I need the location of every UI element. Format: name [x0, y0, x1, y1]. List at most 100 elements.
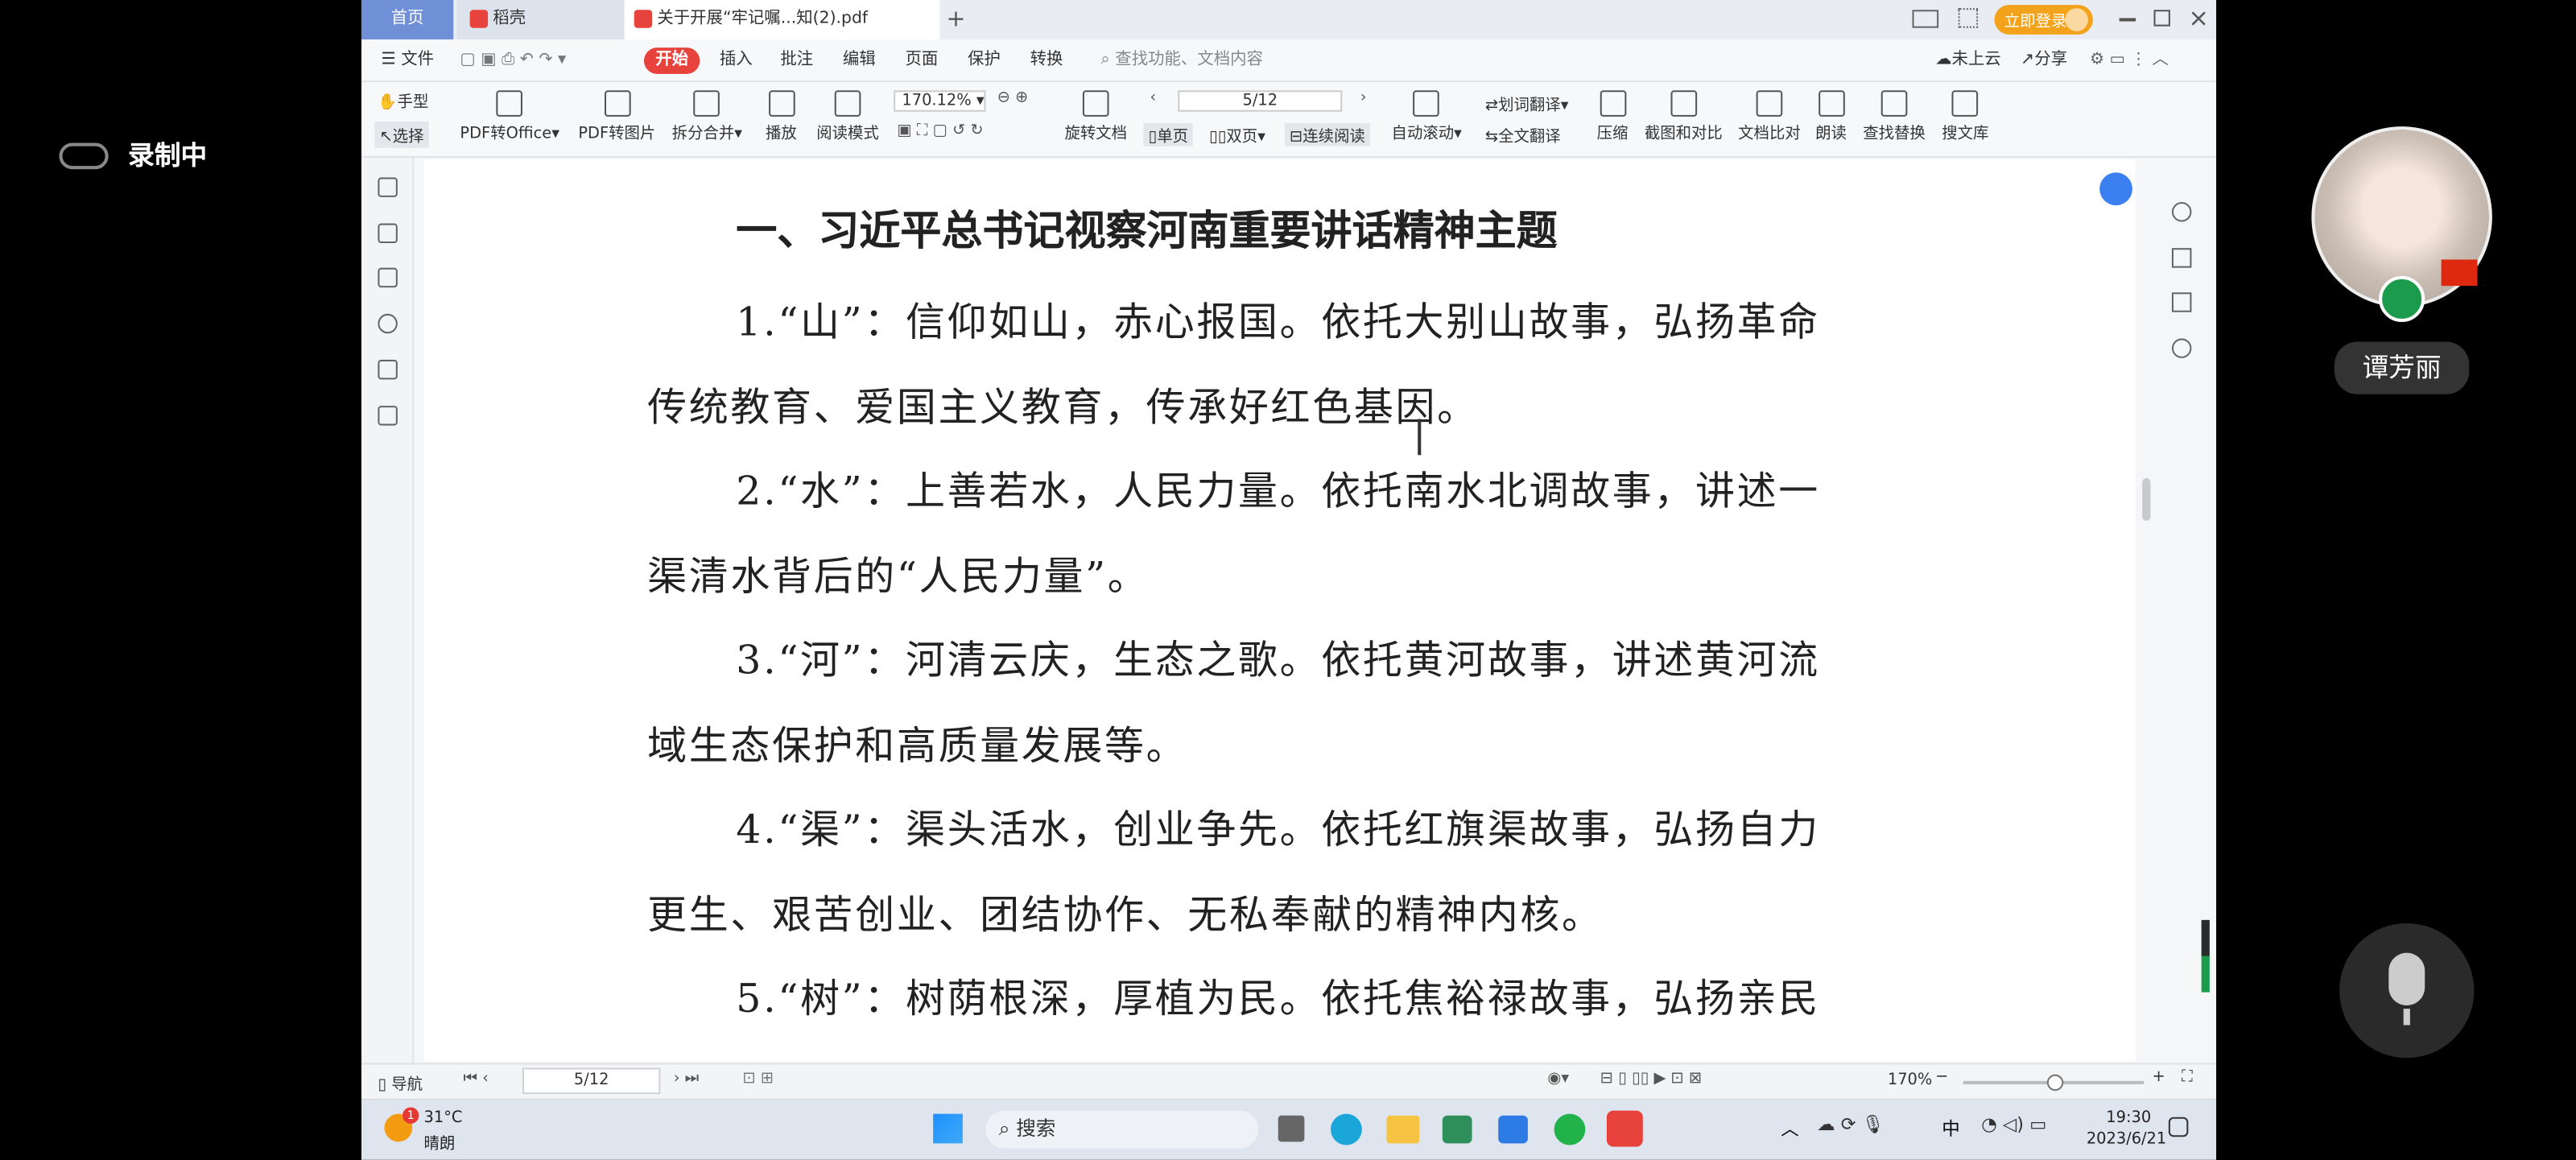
- bookmark-icon[interactable]: [378, 177, 398, 197]
- file-menu[interactable]: ☰ 文件: [381, 47, 434, 74]
- read-aloud-button[interactable]: 朗读: [1815, 90, 1847, 143]
- mic-badge-icon[interactable]: [2379, 275, 2425, 322]
- restore-button[interactable]: [2153, 10, 2170, 27]
- menu-protect[interactable]: 保护: [968, 47, 1001, 74]
- full-translate-button[interactable]: ⇆全文翻译: [1485, 123, 1561, 146]
- split-merge-label: 拆分合并: [671, 125, 735, 143]
- thumbnail-icon[interactable]: [378, 223, 398, 244]
- wps-icon[interactable]: [1606, 1110, 1643, 1147]
- start-button[interactable]: [933, 1113, 963, 1144]
- word-translate-button[interactable]: ⇄划词翻译▾: [1485, 92, 1569, 114]
- compress-button[interactable]: 压缩: [1597, 90, 1628, 143]
- minimize-button[interactable]: [2119, 18, 2136, 21]
- doc-compare-button[interactable]: 文档比对: [1738, 90, 1801, 143]
- microphone-icon: [2388, 952, 2425, 1005]
- pdf-to-office-button[interactable]: PDF转Office▾: [460, 90, 559, 143]
- doc-line-4: 渠清水背后的“人民力量”。: [647, 553, 1150, 600]
- taskbar-search[interactable]: ⌕ 搜索: [985, 1110, 1259, 1149]
- hand-tool[interactable]: ✋手型: [378, 89, 428, 111]
- read-mode-button[interactable]: 阅读模式: [816, 90, 879, 143]
- share-label: 分享: [2034, 51, 2068, 69]
- close-button[interactable]: ×: [2188, 3, 2209, 33]
- attachment-icon[interactable]: [378, 313, 398, 334]
- menu-insert[interactable]: 插入: [720, 47, 753, 74]
- prev-page-button[interactable]: ‹: [1150, 89, 1157, 106]
- menu-page[interactable]: 页面: [905, 47, 938, 74]
- continuous-read-button[interactable]: ⊟连续阅读: [1284, 123, 1370, 147]
- zoom-value: 170.12%: [902, 92, 972, 110]
- assistant-float-icon[interactable]: [2099, 172, 2132, 206]
- pdf-to-image-button[interactable]: PDF转图片: [578, 90, 655, 143]
- zoom-select[interactable]: 170.12% ▾: [894, 90, 986, 112]
- floating-mic-button[interactable]: [2339, 923, 2475, 1059]
- network-sound-battery[interactable]: ◔ ◁) ▭: [1981, 1114, 2046, 1136]
- menu-convert[interactable]: 转换: [1030, 47, 1063, 74]
- help-icon[interactable]: [2171, 338, 2192, 358]
- app-icon-photos[interactable]: [1498, 1115, 1528, 1144]
- reader-icon[interactable]: [2171, 292, 2192, 312]
- settings-sliders-icon[interactable]: [2171, 248, 2192, 268]
- zoom-out-button[interactable]: −: [1935, 1068, 1948, 1086]
- doc-line-1: 1.“山”：信仰如山，赤心报国。依托大别山故事，弘扬革命: [736, 299, 1820, 345]
- apps-grid-icon[interactable]: [1958, 8, 1979, 28]
- edge-icon[interactable]: [1331, 1113, 1362, 1146]
- app-icon-mail[interactable]: [1442, 1115, 1472, 1144]
- split-merge-button[interactable]: 拆分合并▾: [671, 90, 742, 143]
- screenshot-button[interactable]: 截图和对比: [1645, 90, 1723, 143]
- tray-chevron-icon[interactable]: ︿: [1781, 1116, 1798, 1142]
- page-nav-first-prev[interactable]: ⏮ ‹: [464, 1070, 489, 1088]
- status-page-input[interactable]: 5/12: [522, 1067, 661, 1095]
- ime-indicator[interactable]: 中: [1942, 1116, 1959, 1142]
- cloud-status[interactable]: ☁未上云: [1935, 47, 2001, 74]
- menu-start[interactable]: 开始: [643, 47, 700, 74]
- single-page-button[interactable]: ▯单页: [1143, 123, 1194, 147]
- next-page-button[interactable]: ›: [1360, 89, 1367, 106]
- tab-docer[interactable]: 稻壳: [456, 0, 628, 39]
- more-menu-icons[interactable]: ⚙ ▭ ⋮ ︿: [2090, 47, 2169, 74]
- search-field[interactable]: ⌕ 查找功能、文档内容: [1100, 47, 1263, 74]
- status-tools[interactable]: ⊡ ⊞: [742, 1070, 774, 1088]
- menu-comment[interactable]: 批注: [780, 47, 813, 74]
- fullscreen-icon[interactable]: ⛶: [2182, 1068, 2193, 1086]
- rotate-button[interactable]: 旋转文档: [1064, 90, 1127, 143]
- quick-tools[interactable]: ▢ ▣ ⎙ ↶ ↷ ▾: [460, 47, 566, 74]
- nav-toggle[interactable]: ▯ 导航: [378, 1071, 423, 1094]
- page-input[interactable]: 5/12: [1178, 90, 1343, 112]
- signature-icon[interactable]: [378, 359, 398, 380]
- view-mode-icons[interactable]: ⊟ ▯ ▯▯ ▶ ⊡ ⊠: [1600, 1070, 1702, 1088]
- zoom-in-button[interactable]: +: [2152, 1068, 2165, 1086]
- share-button[interactable]: ↗分享: [2021, 47, 2067, 74]
- find-replace-button[interactable]: 查找替换: [1863, 90, 1926, 143]
- explorer-icon[interactable]: [1386, 1115, 1420, 1144]
- eye-protect-icon[interactable]: ◉▾: [1547, 1070, 1569, 1088]
- menu-edit[interactable]: 编辑: [843, 47, 876, 74]
- scrollbar-thumb[interactable]: [2142, 477, 2151, 521]
- taskview-icon[interactable]: [1278, 1115, 1305, 1142]
- taskbar-search-label: 搜索: [1016, 1117, 1056, 1141]
- tray-icons[interactable]: ☁ ⟳ 🎙: [1817, 1114, 1885, 1136]
- tab-pdf-file[interactable]: 关于开展“牢记嘱...知(2).pdf: [624, 0, 940, 39]
- tab-home[interactable]: 首页: [361, 0, 454, 39]
- view-tools[interactable]: ▣ ⛶ ▢ ↺ ↻: [897, 122, 983, 139]
- clock-time[interactable]: 19:30: [2106, 1109, 2151, 1127]
- login-button[interactable]: 立即登录: [1994, 5, 2093, 35]
- page-nav-next-last[interactable]: › ⏭: [674, 1070, 699, 1088]
- double-page-button[interactable]: ▯▯双页▾: [1209, 123, 1265, 146]
- layout-icon[interactable]: [1912, 10, 1939, 28]
- select-tool[interactable]: ↖选择: [374, 122, 429, 148]
- clock-date[interactable]: 2023/6/21: [2087, 1130, 2166, 1148]
- notification-icon[interactable]: [2168, 1117, 2189, 1137]
- auto-scroll-button[interactable]: 自动滚动▾: [1392, 90, 1462, 143]
- wechat-icon[interactable]: [1554, 1113, 1586, 1146]
- play-button[interactable]: 播放: [766, 90, 797, 143]
- layers-icon[interactable]: [378, 406, 398, 426]
- zoom-buttons[interactable]: ⊖ ⊕: [997, 89, 1029, 106]
- zoom-search-icon[interactable]: [2171, 202, 2192, 222]
- new-tab-button[interactable]: +: [947, 0, 966, 39]
- search-library-button[interactable]: 搜文库: [1942, 90, 1988, 143]
- share-icon: ↗: [2021, 51, 2035, 69]
- zoom-slider-thumb[interactable]: [2046, 1074, 2064, 1092]
- comment-icon[interactable]: [378, 267, 398, 288]
- login-label: 立即登录: [2004, 13, 2067, 31]
- status-zoom-value[interactable]: 170%: [1888, 1071, 1932, 1089]
